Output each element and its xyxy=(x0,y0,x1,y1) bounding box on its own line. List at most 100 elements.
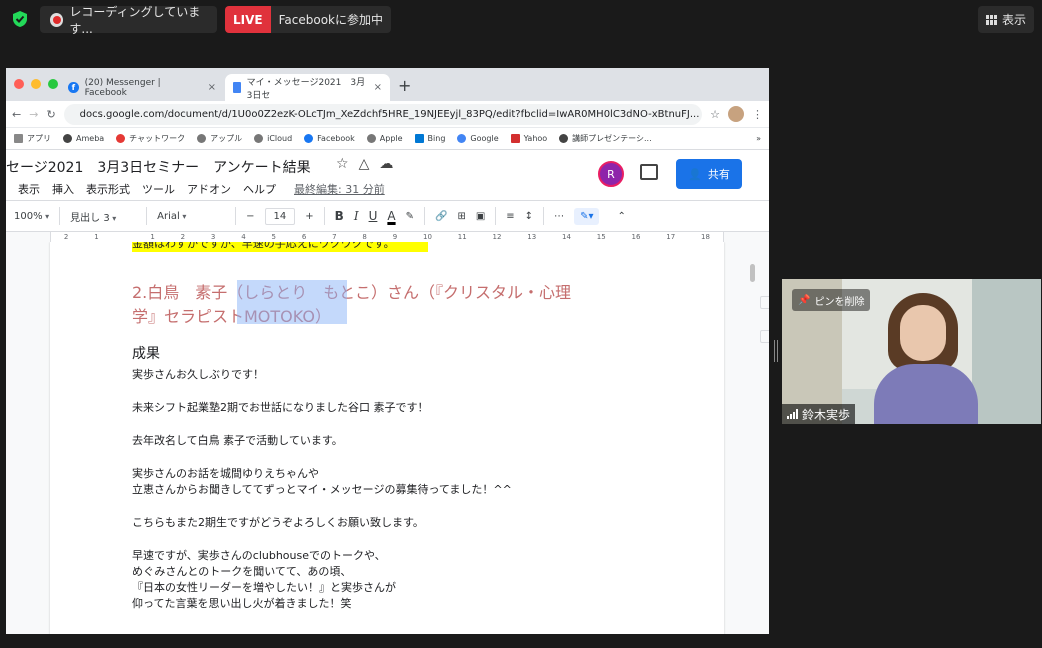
move-to-drive-icon[interactable]: △ xyxy=(359,156,370,172)
font-select[interactable]: Arial xyxy=(157,211,225,222)
profile-avatar[interactable] xyxy=(728,106,744,122)
url-input[interactable]: docs.google.com/document/d/1U0o0Z2ezK-OL… xyxy=(63,103,703,125)
insert-image-icon[interactable]: ▣ xyxy=(476,211,485,222)
ruler-tick: 18 xyxy=(701,233,710,241)
italic-button[interactable]: I xyxy=(354,209,359,223)
paragraph-line: 早速ですが、実歩さんのclubhouseでのトークや、 xyxy=(132,549,386,562)
bookmark-item[interactable]: 講師プレゼンテーシ... xyxy=(559,133,652,144)
ruler-ticks[interactable]: 2 1 1 2 3 4 5 6 7 8 9 10 11 12 13 14 15 16 17 18 xyxy=(50,232,724,242)
ruler-tick: 9 xyxy=(392,233,398,241)
star-icon[interactable]: ☆ xyxy=(336,156,349,172)
menu-tools[interactable]: ツール xyxy=(142,181,175,197)
close-tab-icon[interactable]: × xyxy=(374,82,382,93)
ruler-tick: 2 xyxy=(63,233,69,241)
document-body[interactable]: 金額はわずかですが、早速の手応えにワクワクです。 2.白鳥 素子（しらとり もと… xyxy=(132,242,652,612)
docs-menu-bar: 表示 挿入 表示形式 ツール アドオン ヘルプ 最終編集: 31 分前 xyxy=(18,181,385,197)
bookmark-item[interactable]: Apple xyxy=(366,134,403,143)
share-button[interactable]: 👤 共有 xyxy=(676,159,742,189)
user-avatar[interactable]: R xyxy=(598,161,624,187)
share-label: 共有 xyxy=(707,168,730,181)
line-spacing-icon[interactable]: ↕ xyxy=(525,211,533,222)
menu-icon[interactable]: ⋮ xyxy=(752,108,763,121)
menu-view[interactable]: 表示 xyxy=(18,181,40,197)
font-size-input[interactable]: 14 xyxy=(264,207,296,225)
collapse-menu-icon[interactable]: ⌃ xyxy=(617,211,625,222)
maximize-window-button[interactable] xyxy=(48,79,58,89)
style-select[interactable]: 見出し 3 xyxy=(70,209,136,224)
ruler-tick: 13 xyxy=(527,233,537,241)
bookmark-item[interactable]: アップル xyxy=(197,133,242,144)
cloud-saved-icon[interactable]: ☁ xyxy=(379,156,393,172)
last-edit-link[interactable]: 最終編集: 31 分前 xyxy=(294,181,385,197)
more-options-button[interactable]: ⋯ xyxy=(554,211,564,222)
link-icon[interactable]: 🔗 xyxy=(435,211,447,222)
menu-insert[interactable]: 挿入 xyxy=(52,181,74,197)
bookmark-item[interactable]: Facebook xyxy=(304,134,355,143)
bookmark-icon xyxy=(559,134,569,143)
section-title: 成果 xyxy=(132,346,160,362)
apple-icon xyxy=(254,134,264,143)
yahoo-icon xyxy=(510,134,520,143)
heading-line-2: 学』セラピストMOTOKO） xyxy=(132,307,331,326)
underline-button[interactable]: U xyxy=(369,209,378,223)
comment-history-icon[interactable] xyxy=(640,164,658,180)
heading-2: 2.白鳥 素子（しらとり もとこ）さん（『クリスタル・心理 学』セラピストMOT… xyxy=(132,280,652,329)
participant-name-tag: 鈴木実歩 xyxy=(782,404,856,424)
highlight-icon[interactable]: ✎ xyxy=(406,211,414,222)
bookmark-item[interactable]: アプリ xyxy=(14,133,51,144)
back-icon[interactable]: ← xyxy=(12,108,21,121)
font-size-increase-button[interactable]: + xyxy=(305,211,313,222)
bookmark-item[interactable]: Ameba xyxy=(63,134,104,143)
splitter-handle[interactable] xyxy=(774,340,778,362)
facebook-icon xyxy=(304,134,314,143)
facebook-icon: f xyxy=(68,82,79,93)
pin-label: ピンを削除 xyxy=(814,296,865,308)
ruler-tick: 15 xyxy=(596,233,606,241)
star-icon[interactable]: ☆ xyxy=(710,108,720,121)
address-bar: ← → ↻ docs.google.com/document/d/1U0o0Z2… xyxy=(6,101,769,128)
minimize-window-button[interactable] xyxy=(31,79,41,89)
menu-addons[interactable]: アドオン xyxy=(187,181,231,197)
bookmark-item[interactable]: Google xyxy=(457,134,499,143)
tab-label: マイ・メッセージ2021 3月3日セ xyxy=(246,77,366,101)
paragraph-line: 未来シフト起業塾2期でお世話になりました谷口 素子です！ xyxy=(132,401,429,414)
window-controls xyxy=(14,79,58,89)
recording-indicator[interactable]: レコーディングしています... xyxy=(40,5,217,36)
document-title[interactable]: セージ2021 3月3日セミナー アンケート結果 xyxy=(6,157,311,177)
menu-format[interactable]: 表示形式 xyxy=(86,181,130,197)
bookmark-item[interactable]: Yahoo xyxy=(510,134,547,143)
live-indicator[interactable]: LIVE Facebookに参加中 xyxy=(225,6,391,33)
tab-bar: f (20) Messenger | Facebook × マイ・メッセージ20… xyxy=(6,68,769,101)
text-color-button[interactable]: A xyxy=(387,209,395,223)
forward-icon[interactable]: → xyxy=(29,108,38,121)
bookmarks-more-icon[interactable]: » xyxy=(756,134,761,143)
ameba-icon xyxy=(63,134,72,143)
shield-icon[interactable] xyxy=(10,9,30,29)
bookmark-item[interactable]: チャットワーク xyxy=(116,133,185,144)
tab-label: (20) Messenger | Facebook xyxy=(84,77,161,98)
docs-icon xyxy=(233,82,241,93)
font-size-decrease-button[interactable]: − xyxy=(246,211,254,222)
tab-messenger[interactable]: f (20) Messenger | Facebook × xyxy=(60,74,224,101)
video-tile[interactable]: 📌 ピンを削除 鈴木実歩 xyxy=(782,279,1041,424)
align-icon[interactable]: ≡ xyxy=(506,211,514,222)
add-comment-icon[interactable]: ⊞ xyxy=(457,211,465,222)
bold-button[interactable]: B xyxy=(335,209,344,223)
scrollbar[interactable] xyxy=(750,264,755,282)
editing-mode-pencil-icon[interactable]: ✎▾ xyxy=(574,207,600,225)
bookmark-item[interactable]: Bing xyxy=(414,134,445,143)
suggest-edit-icon[interactable] xyxy=(760,330,769,343)
tab-google-doc[interactable]: マイ・メッセージ2021 3月3日セ × xyxy=(225,74,390,101)
zoom-select[interactable]: 100% xyxy=(14,211,49,222)
bookmark-item[interactable]: iCloud xyxy=(254,134,292,143)
view-button[interactable]: 表示 xyxy=(977,6,1034,33)
add-comment-icon[interactable] xyxy=(760,296,769,309)
reload-icon[interactable]: ↻ xyxy=(46,108,55,121)
close-tab-icon[interactable]: × xyxy=(208,82,216,93)
close-window-button[interactable] xyxy=(14,79,24,89)
remove-pin-button[interactable]: 📌 ピンを削除 xyxy=(792,289,871,311)
new-tab-button[interactable]: + xyxy=(398,76,411,95)
menu-help[interactable]: ヘルプ xyxy=(243,181,276,197)
